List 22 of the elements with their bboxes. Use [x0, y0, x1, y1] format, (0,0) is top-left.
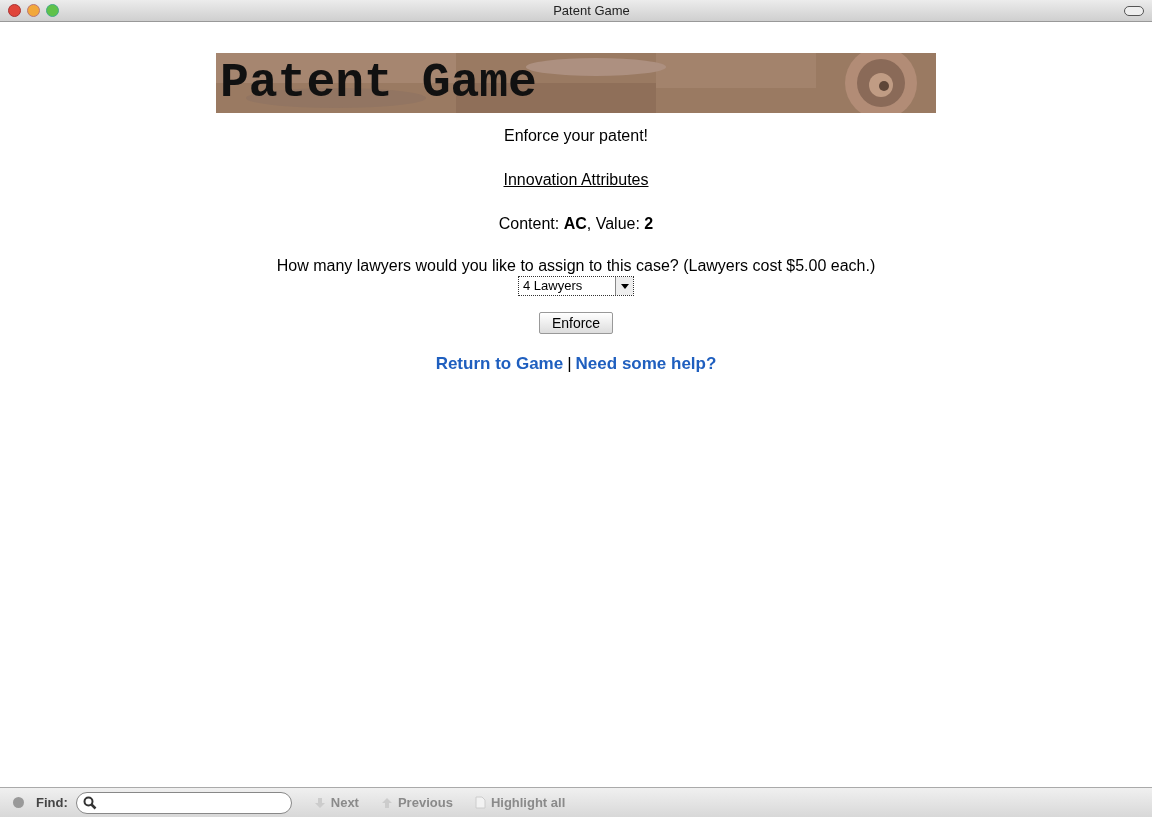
close-find-icon[interactable] [13, 797, 24, 808]
help-link[interactable]: Need some help? [575, 351, 717, 377]
heading: Enforce your patent! [503, 126, 649, 146]
close-window-icon[interactable] [8, 4, 21, 17]
find-field[interactable] [75, 791, 292, 814]
window-title: Patent Game [552, 1, 631, 20]
zoom-window-icon[interactable] [46, 4, 59, 17]
page-icon [474, 796, 486, 809]
question-text: How many lawyers would you like to assign to this case? (Lawyers cost $5.00 each.) [276, 256, 876, 276]
up-arrow-icon [380, 796, 393, 809]
attributes-text: Content: AC, Value: 2 [498, 214, 654, 234]
link-separator: | [567, 353, 572, 375]
attributes-link[interactable]: Innovation Attributes [503, 168, 649, 192]
down-arrow-icon [313, 796, 326, 809]
return-link[interactable]: Return to Game [435, 351, 564, 377]
search-icon [82, 795, 97, 810]
lawyers-select[interactable]: 4 Lawyers [518, 276, 634, 296]
toolbar-toggle-icon[interactable] [1124, 5, 1144, 16]
enforce-button[interactable]: Enforce [538, 312, 614, 334]
minimize-window-icon[interactable] [27, 4, 40, 17]
find-label: Find: [36, 793, 68, 812]
banner-title: Patent Game [220, 59, 537, 107]
